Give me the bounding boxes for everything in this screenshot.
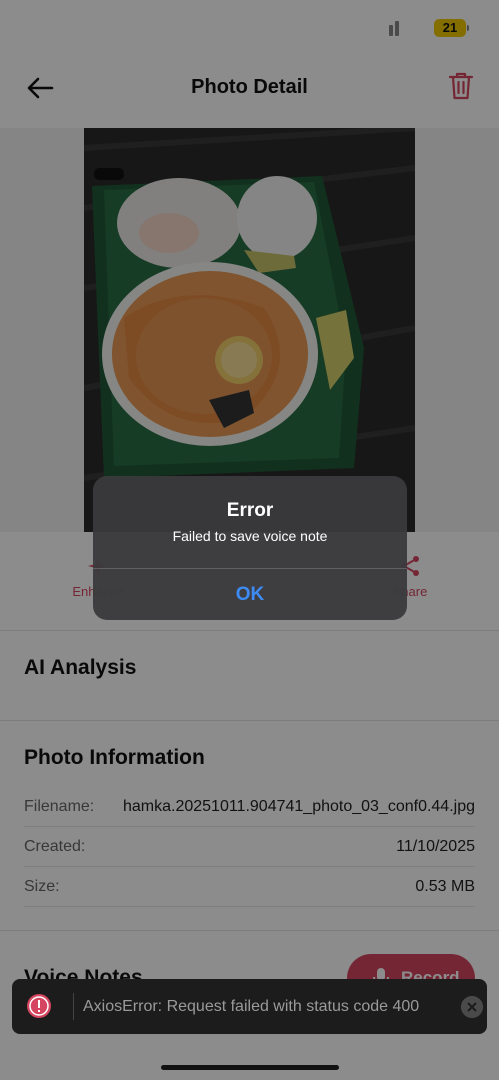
alert-message: Failed to save voice note	[172, 528, 328, 544]
alert-ok-button[interactable]: OK	[93, 569, 407, 620]
toast-divider	[73, 993, 74, 1020]
error-alert: Error Failed to save voice note OK	[93, 476, 407, 620]
alert-title: Error	[226, 500, 274, 521]
home-indicator[interactable]	[161, 1065, 339, 1070]
toast-message: AxiosError: Request failed with status c…	[83, 998, 420, 1015]
close-icon[interactable]	[461, 996, 483, 1018]
error-toast: AxiosError: Request failed with status c…	[12, 979, 487, 1034]
error-icon	[27, 994, 51, 1018]
